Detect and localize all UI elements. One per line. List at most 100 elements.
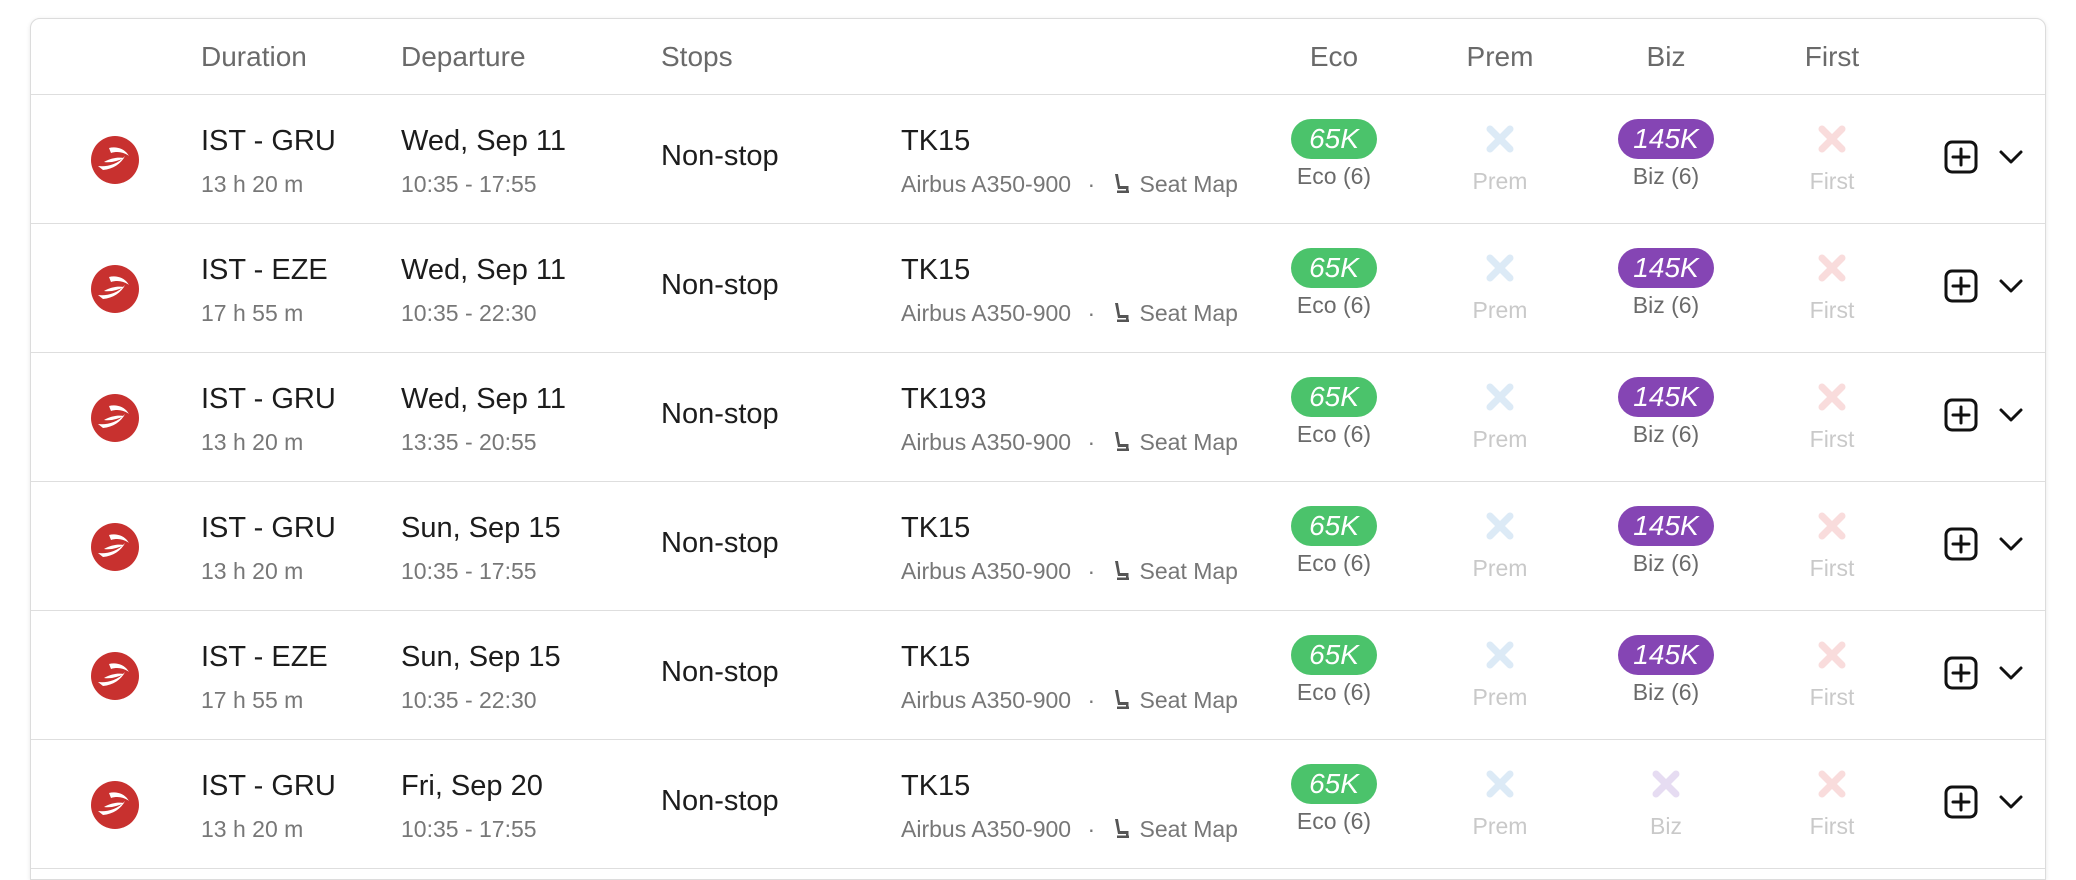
duration: 17 h 55 m [201, 687, 304, 713]
turkish-airlines-logo-icon [91, 136, 139, 184]
eco-fare-label: Eco (6) [1296, 421, 1372, 447]
fare-prem[interactable]: Prem [1430, 248, 1570, 324]
flight-number: TK15 [901, 770, 971, 802]
biz-price-badge[interactable]: 145K [1618, 119, 1714, 159]
seat-map-link[interactable]: Seat Map [1112, 816, 1238, 842]
flight-number: TK15 [901, 641, 971, 673]
biz-fare-label: Biz (6) [1632, 550, 1700, 576]
duration: 13 h 20 m [201, 429, 304, 455]
fare-first[interactable]: First [1762, 248, 1902, 324]
aircraft-type: Airbus A350-900 [901, 816, 1072, 842]
route: IST - EZE [201, 254, 328, 286]
header-duration[interactable]: Duration [201, 19, 307, 94]
biz-price-badge[interactable]: 145K [1618, 248, 1714, 288]
first-unavailable-x-icon [1818, 383, 1846, 411]
add-flight-icon[interactable] [1944, 527, 1978, 561]
fare-prem[interactable]: Prem [1430, 635, 1570, 711]
turkish-airlines-logo-icon [91, 523, 139, 571]
flight-row[interactable]: IST - EZE 17 h 55 m Sun, Sep 15 10:35 - … [31, 611, 2045, 740]
biz-price-badge[interactable]: 145K [1618, 506, 1714, 546]
flight-row[interactable]: IST - GRU 13 h 20 m Fri, Sep 20 10:35 - … [31, 740, 2045, 869]
fare-eco[interactable]: 65K Eco (6) [1264, 377, 1404, 448]
eco-price-badge[interactable]: 65K [1291, 635, 1377, 675]
departure-times: 10:35 - 17:55 [401, 171, 537, 197]
eco-fare-label: Eco (6) [1296, 163, 1372, 189]
fare-prem[interactable]: Prem [1430, 119, 1570, 195]
seat-map-label: Seat Map [1139, 687, 1238, 713]
eco-price-badge[interactable]: 65K [1291, 764, 1377, 804]
first-unavailable-x-icon [1818, 770, 1846, 798]
header-stops[interactable]: Stops [661, 19, 733, 94]
header-prem[interactable]: Prem [1430, 19, 1570, 94]
flight-row[interactable]: IST - GRU 13 h 20 m Wed, Sep 11 13:35 - … [31, 353, 2045, 482]
fare-eco[interactable]: 65K Eco (6) [1264, 764, 1404, 835]
fare-prem[interactable]: Prem [1430, 377, 1570, 453]
eco-price-badge[interactable]: 65K [1291, 119, 1377, 159]
expand-chevron-down-icon[interactable] [1998, 148, 2024, 166]
first-fare-label: First [1809, 426, 1855, 452]
flight-number: TK15 [901, 125, 971, 157]
add-flight-icon[interactable] [1944, 656, 1978, 690]
expand-chevron-down-icon[interactable] [1998, 406, 2024, 424]
eco-price-badge[interactable]: 65K [1291, 377, 1377, 417]
flight-row[interactable]: IST - GRU 13 h 20 m Wed, Sep 11 10:35 - … [31, 95, 2045, 224]
seat-map-link[interactable]: Seat Map [1112, 429, 1238, 455]
aircraft-info: Airbus A350-900 · Seat Map [901, 429, 1238, 456]
departure-date: Fri, Sep 20 [401, 770, 543, 802]
fare-eco[interactable]: 65K Eco (6) [1264, 635, 1404, 706]
add-flight-icon[interactable] [1944, 785, 1978, 819]
fare-first[interactable]: First [1762, 377, 1902, 453]
fare-prem[interactable]: Prem [1430, 764, 1570, 840]
seat-map-link[interactable]: Seat Map [1112, 171, 1238, 197]
fare-eco[interactable]: 65K Eco (6) [1264, 506, 1404, 577]
flight-row[interactable]: IST - GRU 13 h 20 m Sun, Sep 15 10:35 - … [31, 482, 2045, 611]
biz-price-badge[interactable]: 145K [1618, 377, 1714, 417]
first-fare-label: First [1809, 684, 1855, 710]
seat-map-link[interactable]: Seat Map [1112, 300, 1238, 326]
departure-date: Sun, Sep 15 [401, 641, 561, 673]
eco-price-badge[interactable]: 65K [1291, 248, 1377, 288]
seat-map-link[interactable]: Seat Map [1112, 687, 1238, 713]
fare-first[interactable]: First [1762, 635, 1902, 711]
fare-biz[interactable]: 145K Biz (6) [1596, 119, 1736, 190]
departure-times: 10:35 - 22:30 [401, 687, 537, 713]
expand-chevron-down-icon[interactable] [1998, 793, 2024, 811]
eco-price-badge[interactable]: 65K [1291, 506, 1377, 546]
separator-dot: · [1087, 300, 1096, 326]
departure-times: 10:35 - 17:55 [401, 816, 537, 842]
fare-eco[interactable]: 65K Eco (6) [1264, 119, 1404, 190]
flight-results-table: Duration Departure Stops Eco Prem Biz Fi… [30, 18, 2046, 880]
header-first[interactable]: First [1762, 19, 1902, 94]
fare-biz[interactable]: 145K Biz (6) [1596, 506, 1736, 577]
add-flight-icon[interactable] [1944, 269, 1978, 303]
biz-fare-label: Biz [1650, 813, 1682, 839]
seat-map-link[interactable]: Seat Map [1112, 558, 1238, 584]
eco-fare-label: Eco (6) [1296, 292, 1372, 318]
fare-biz[interactable]: 145K Biz (6) [1596, 377, 1736, 448]
flight-row[interactable]: IST - EZE 17 h 55 m Wed, Sep 11 10:35 - … [31, 224, 2045, 353]
fare-first[interactable]: First [1762, 506, 1902, 582]
expand-chevron-down-icon[interactable] [1998, 535, 2024, 553]
stops: Non-stop [661, 656, 779, 688]
fare-first[interactable]: First [1762, 119, 1902, 195]
header-eco[interactable]: Eco [1264, 19, 1404, 94]
add-flight-icon[interactable] [1944, 398, 1978, 432]
expand-chevron-down-icon[interactable] [1998, 277, 2024, 295]
fare-first[interactable]: First [1762, 764, 1902, 840]
expand-chevron-down-icon[interactable] [1998, 664, 2024, 682]
biz-unavailable-x-icon [1652, 770, 1680, 798]
fare-eco[interactable]: 65K Eco (6) [1264, 248, 1404, 319]
separator-dot: · [1087, 171, 1096, 197]
header-departure[interactable]: Departure [401, 19, 526, 94]
route: IST - GRU [201, 770, 336, 802]
fare-biz[interactable]: 145K Biz (6) [1596, 635, 1736, 706]
seat-map-label: Seat Map [1139, 300, 1238, 326]
flight-number: TK15 [901, 512, 971, 544]
biz-price-badge[interactable]: 145K [1618, 635, 1714, 675]
fare-prem[interactable]: Prem [1430, 506, 1570, 582]
fare-biz[interactable]: 145K Biz (6) [1596, 248, 1736, 319]
add-flight-icon[interactable] [1944, 140, 1978, 174]
fare-biz[interactable]: Biz [1596, 764, 1736, 840]
departure-date: Wed, Sep 11 [401, 383, 566, 415]
header-biz[interactable]: Biz [1596, 19, 1736, 94]
